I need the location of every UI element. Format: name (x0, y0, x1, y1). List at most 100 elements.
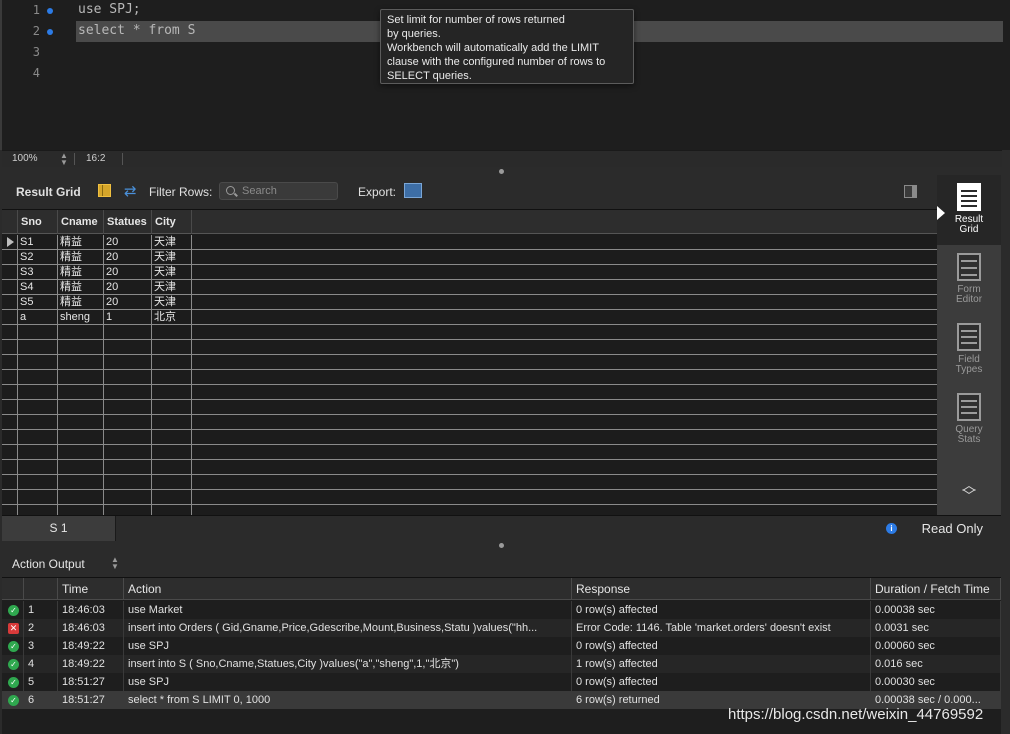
grid-cell[interactable] (104, 490, 152, 504)
output-row[interactable]: ✕ 2 18:46:03 insert into Orders ( Gid,Gname… (2, 619, 1001, 637)
grid-cell[interactable]: 精益 (58, 265, 104, 279)
table-row[interactable] (2, 400, 937, 415)
editor-results-splitter[interactable] (2, 167, 1002, 175)
grid-cell[interactable]: 北京 (152, 310, 192, 324)
row-selector[interactable] (2, 400, 18, 414)
grid-cell[interactable]: 20 (104, 295, 152, 309)
toggle-panel-icon[interactable] (904, 185, 917, 198)
grid-cell[interactable] (18, 430, 58, 444)
results-output-splitter[interactable] (2, 541, 1002, 549)
grid-cell[interactable]: S5 (18, 295, 58, 309)
row-selector[interactable] (2, 355, 18, 369)
grid-cell[interactable] (104, 460, 152, 474)
grid-cell[interactable] (18, 355, 58, 369)
grid-cell[interactable] (18, 340, 58, 354)
grid-cell[interactable] (18, 370, 58, 384)
table-row[interactable] (2, 355, 937, 370)
column-header-index[interactable] (24, 578, 58, 600)
table-row[interactable] (2, 460, 937, 475)
grid-cell[interactable] (104, 430, 152, 444)
grid-cell[interactable] (18, 460, 58, 474)
grid-cell[interactable] (152, 460, 192, 474)
grid-cell[interactable] (152, 505, 192, 515)
grid-cell[interactable]: 20 (104, 280, 152, 294)
grid-cell[interactable] (58, 385, 104, 399)
grid-cell[interactable]: S4 (18, 280, 58, 294)
grid-cell[interactable] (104, 505, 152, 515)
column-header-response[interactable]: Response (572, 578, 871, 600)
grid-cell[interactable] (58, 490, 104, 504)
row-selector[interactable] (2, 280, 18, 294)
table-row[interactable] (2, 430, 937, 445)
grid-cell[interactable] (18, 490, 58, 504)
row-selector[interactable] (2, 490, 18, 504)
grid-cell[interactable] (58, 505, 104, 515)
table-row[interactable]: S3 精益 20 天津 (2, 265, 937, 280)
row-selector[interactable] (2, 445, 18, 459)
grid-cell[interactable]: S2 (18, 250, 58, 264)
grid-cell[interactable] (152, 430, 192, 444)
column-header-cname[interactable]: Cname (58, 210, 104, 234)
grid-cell[interactable] (104, 340, 152, 354)
grid-cell[interactable] (152, 370, 192, 384)
grid-cell[interactable]: 精益 (58, 235, 104, 249)
grid-cell[interactable] (18, 400, 58, 414)
grid-cell[interactable] (152, 400, 192, 414)
row-selector[interactable] (2, 430, 18, 444)
row-selector[interactable] (2, 310, 18, 324)
grid-cell[interactable]: 精益 (58, 280, 104, 294)
grid-cell[interactable] (152, 325, 192, 339)
output-row[interactable]: ✓ 1 18:46:03 use Market 0 row(s) affected 0.0… (2, 601, 1001, 619)
row-selector[interactable] (2, 325, 18, 339)
grid-cell[interactable] (18, 505, 58, 515)
table-row[interactable]: a sheng 1 北京 (2, 310, 937, 325)
table-row[interactable] (2, 445, 937, 460)
grid-cell[interactable] (152, 340, 192, 354)
grid-cell[interactable]: 20 (104, 235, 152, 249)
output-row[interactable]: ✓ 4 18:49:22 insert into S ( Sno,Cname,Stat… (2, 655, 1001, 673)
output-type-select[interactable]: Action Output (12, 557, 85, 571)
grid-cell[interactable]: 天津 (152, 235, 192, 249)
grid-cell[interactable] (104, 415, 152, 429)
side-query-stats-button[interactable]: Query Stats (937, 385, 1001, 455)
grid-cell[interactable] (58, 445, 104, 459)
side-result-grid-button[interactable]: Result Grid (937, 175, 1001, 245)
table-row[interactable] (2, 325, 937, 340)
table-row[interactable] (2, 505, 937, 515)
grid-cell[interactable] (18, 475, 58, 489)
column-header-sno[interactable]: Sno (18, 210, 58, 234)
side-form-editor-button[interactable]: Form Editor (937, 245, 1001, 315)
grid-cell[interactable] (58, 370, 104, 384)
refresh-icon[interactable]: ⇄ (124, 182, 137, 200)
grid-cell[interactable] (104, 400, 152, 414)
row-selector[interactable] (2, 505, 18, 515)
grid-cell[interactable]: sheng (58, 310, 104, 324)
grid-cell[interactable]: 20 (104, 265, 152, 279)
result-grid[interactable]: Sno Cname Statues City S1 精益 20 天津 S2 精益 20 天津 S… (2, 209, 937, 515)
table-row[interactable] (2, 415, 937, 430)
zoom-stepper-icon[interactable]: ▲ ▼ (60, 152, 68, 167)
row-selector[interactable] (2, 385, 18, 399)
grid-cell[interactable] (58, 355, 104, 369)
grid-view-icon[interactable] (98, 184, 111, 197)
grid-cell[interactable] (18, 325, 58, 339)
grid-cell[interactable]: 20 (104, 250, 152, 264)
column-header-city[interactable]: City (152, 210, 192, 234)
sql-editor[interactable]: 1 use SPJ; 2 select * from S 3 4 Set limit fo… (0, 0, 1010, 150)
grid-cell[interactable]: 1 (104, 310, 152, 324)
grid-cell[interactable]: S1 (18, 235, 58, 249)
grid-cell[interactable] (58, 460, 104, 474)
table-row[interactable]: S5 精益 20 天津 (2, 295, 937, 310)
grid-cell[interactable] (152, 355, 192, 369)
table-row[interactable] (2, 475, 937, 490)
table-row[interactable] (2, 370, 937, 385)
column-header-duration[interactable]: Duration / Fetch Time (871, 578, 1001, 600)
grid-cell[interactable] (152, 490, 192, 504)
grid-cell[interactable]: a (18, 310, 58, 324)
grid-cell[interactable] (152, 445, 192, 459)
grid-cell[interactable]: 天津 (152, 250, 192, 264)
grid-cell[interactable]: 精益 (58, 295, 104, 309)
row-selector[interactable] (2, 340, 18, 354)
output-row[interactable]: ✓ 5 18:51:27 use SPJ 0 row(s) affected 0.0003… (2, 673, 1001, 691)
column-header-action[interactable]: Action (124, 578, 572, 600)
